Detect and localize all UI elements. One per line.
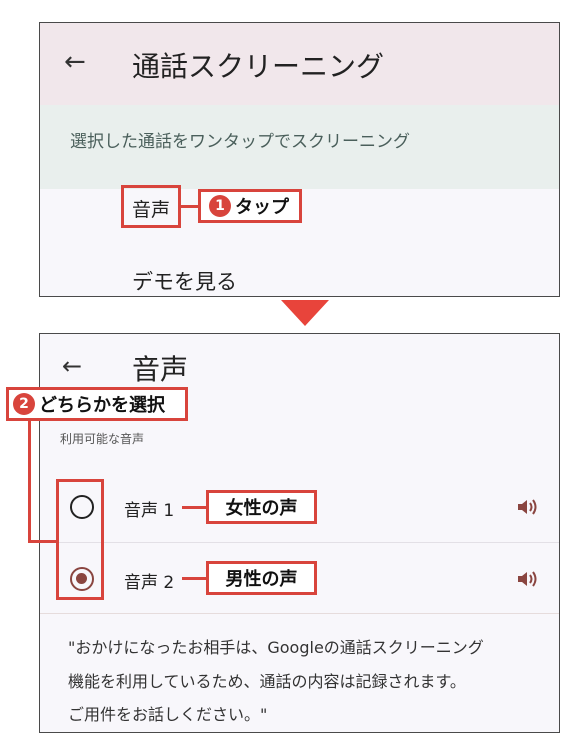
voice-2-label: 音声 2 xyxy=(124,573,175,593)
female-voice-label: 女性の声 xyxy=(225,498,298,519)
down-arrow-icon xyxy=(281,300,329,326)
male-voice-label: 男性の声 xyxy=(225,569,298,590)
description-line-1: "おかけになったお相手は、Googleの通話スクリーニング xyxy=(68,638,484,657)
male-voice-annotation: 男性の声 xyxy=(206,561,317,595)
select-label: どちらかを選択 xyxy=(39,395,165,416)
annotation-connector xyxy=(181,205,199,208)
annotation-connector xyxy=(182,577,206,580)
speaker-icon[interactable] xyxy=(516,497,540,517)
demo-item[interactable]: デモを見る xyxy=(132,266,237,296)
annotation-connector xyxy=(28,421,31,543)
select-annotation: 2 どちらかを選択 xyxy=(6,387,188,421)
back-arrow-icon[interactable]: ← xyxy=(64,47,86,77)
page-title: 通話スクリーニング xyxy=(132,50,385,83)
voice-1-label: 音声 1 xyxy=(124,501,175,521)
radio-highlight-box xyxy=(56,479,104,600)
speaker-icon[interactable] xyxy=(516,569,540,589)
call-screening-screen: ← 通話スクリーニング 選択した通話をワンタップでスクリーニング 音声 デモを見… xyxy=(39,22,560,297)
divider xyxy=(40,613,559,614)
step-number-1: 1 xyxy=(209,195,231,217)
step-number-2: 2 xyxy=(13,393,35,415)
page-title: 音声 xyxy=(132,353,189,386)
description-line-3: ご用件をお話しください。" xyxy=(68,705,268,724)
divider xyxy=(40,542,559,543)
subheader-text: 選択した通話をワンタップでスクリーニング xyxy=(70,132,410,152)
tap-label: タップ xyxy=(235,197,289,218)
female-voice-annotation: 女性の声 xyxy=(206,490,317,524)
annotation-connector xyxy=(182,506,206,509)
section-label: 利用可能な音声 xyxy=(60,432,145,446)
back-arrow-icon[interactable]: ← xyxy=(62,352,82,380)
annotation-connector xyxy=(28,540,58,543)
tap-annotation: 1 タップ xyxy=(198,189,302,223)
voice-highlight-box xyxy=(121,185,181,228)
app-bar: ← 通話スクリーニング xyxy=(40,23,559,105)
description-line-2: 機能を利用しているため、通話の内容は記録されます。 xyxy=(68,672,466,691)
